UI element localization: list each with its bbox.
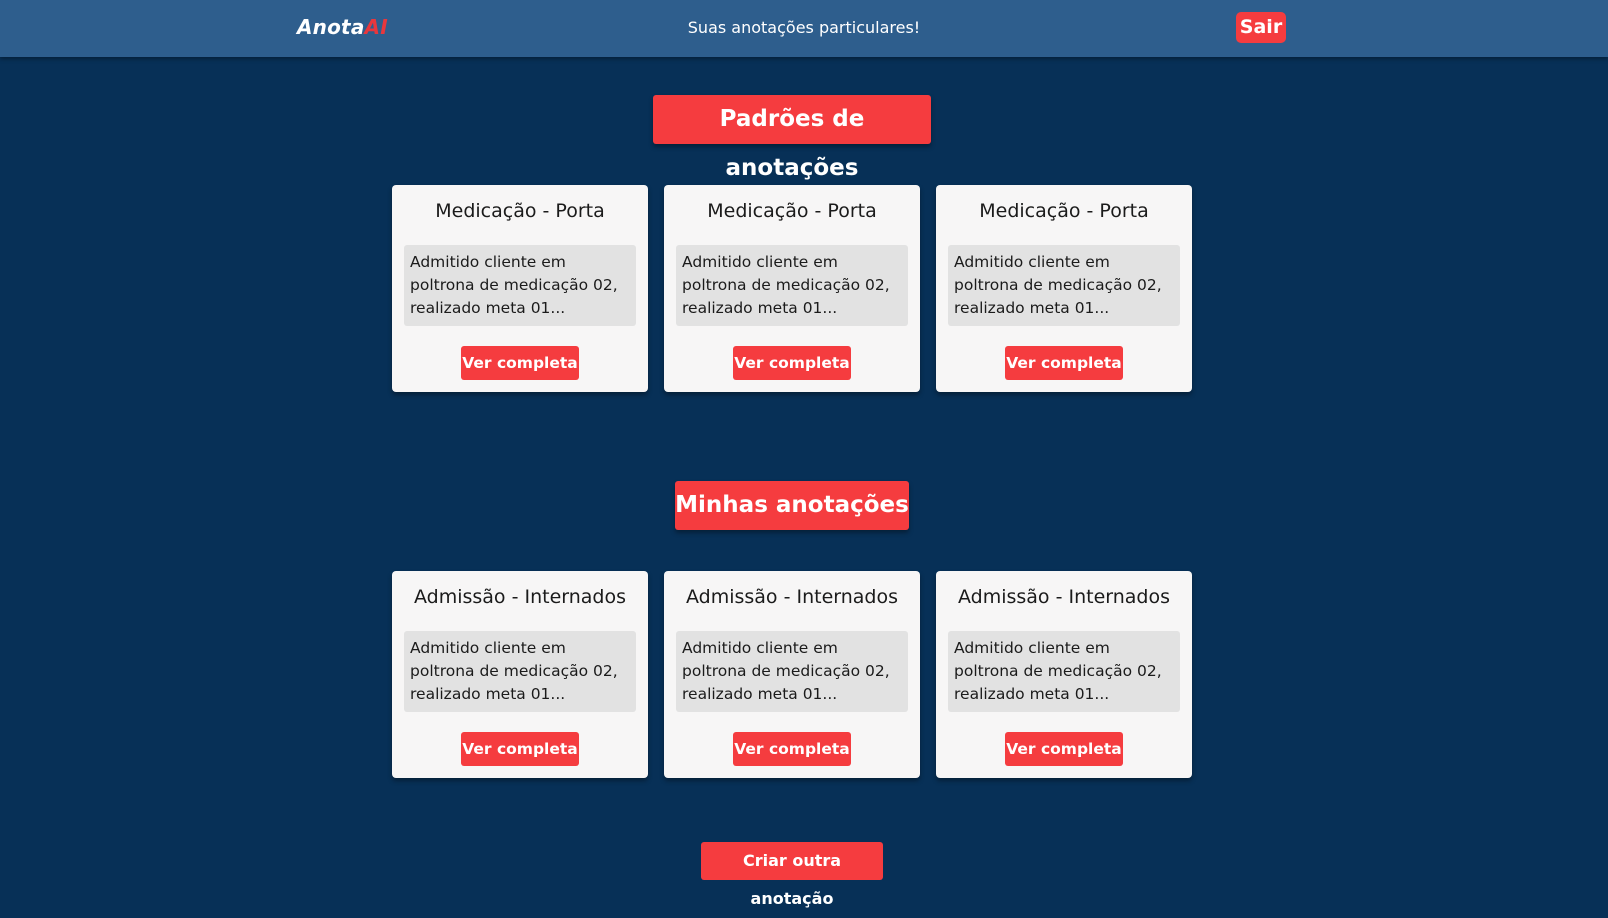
card-preview: Admitido cliente em poltrona de medicaçã… [404,631,636,712]
note-card: Admissão - Internados Admitido cliente e… [392,571,648,778]
card-title: Medicação - Porta [979,200,1149,222]
card-preview: Admitido cliente em poltrona de medicaçã… [676,631,908,712]
template-card: Medicação - Porta Admitido cliente em po… [936,185,1192,392]
card-preview: Admitido cliente em poltrona de medicaçã… [948,631,1180,712]
card-preview: Admitido cliente em poltrona de medicaçã… [404,245,636,326]
create-note-button[interactable]: Criar outra anotação [701,842,883,908]
card-title: Admissão - Internados [957,586,1171,608]
card-title: Admissão - Internados [685,586,899,608]
my-notes-section-title: Minhas anotações [675,481,909,530]
template-card: Medicação - Porta Admitido cliente em po… [392,185,648,392]
logout-button[interactable]: Sair [1236,12,1286,43]
view-full-button[interactable]: Ver completa [733,346,851,380]
header-tagline: Suas anotações particulares! [687,18,921,37]
card-title: Medicação - Porta [435,200,605,222]
note-card: Admissão - Internados Admitido cliente e… [936,571,1192,778]
template-card: Medicação - Porta Admitido cliente em po… [664,185,920,392]
view-full-button[interactable]: Ver completa [461,346,579,380]
card-title: Medicação - Porta [707,200,877,222]
card-preview: Admitido cliente em poltrona de medicaçã… [948,245,1180,326]
view-full-button[interactable]: Ver completa [1005,732,1123,766]
view-full-button[interactable]: Ver completa [733,732,851,766]
card-preview: Admitido cliente em poltrona de medicaçã… [676,245,908,326]
templates-section-title: Padrões de anotações [653,95,931,181]
top-navbar: AnotaAI Suas anotações particulares! Sai… [0,0,1608,57]
note-card: Admissão - Internados Admitido cliente e… [664,571,920,778]
card-title: Admissão - Internados [413,586,627,608]
view-full-button[interactable]: Ver completa [1005,346,1123,380]
view-full-button[interactable]: Ver completa [461,732,579,766]
